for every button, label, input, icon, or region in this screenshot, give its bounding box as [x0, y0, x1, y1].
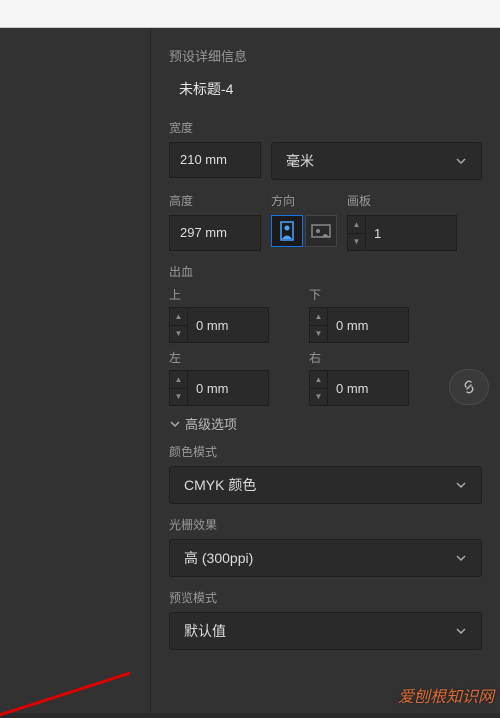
bleed-right-input[interactable]: ▲▼ 0 mm: [309, 370, 409, 406]
color-mode-label: 颜色模式: [169, 443, 482, 460]
bleed-bottom-label: 下: [309, 286, 439, 303]
orientation-portrait-button[interactable]: [271, 215, 303, 247]
chevron-down-icon: [455, 479, 467, 491]
bleed-bottom-input[interactable]: ▲▼ 0 mm: [309, 307, 409, 343]
height-input[interactable]: 297 mm: [169, 215, 261, 251]
window-titlebar: [0, 0, 500, 28]
landscape-icon: [311, 223, 331, 239]
chevron-down-icon: [455, 625, 467, 637]
panel-title: 预设详细信息: [169, 46, 482, 65]
bleed-left-stepper[interactable]: ▲▼: [170, 371, 188, 405]
preview-mode-value: 默认值: [184, 621, 226, 641]
chevron-down-icon: [455, 155, 467, 167]
bleed-right-value: 0 mm: [328, 371, 408, 405]
bleed-label: 出血: [169, 263, 482, 280]
left-sidebar: [0, 28, 150, 713]
color-mode-select[interactable]: CMYK 颜色: [169, 466, 482, 504]
stepper-down-icon[interactable]: ▼: [348, 234, 365, 251]
bleed-right-stepper[interactable]: ▲▼: [310, 371, 328, 405]
preview-mode-select[interactable]: 默认值: [169, 612, 482, 650]
preset-details-panel: 预设详细信息 未标题-4 宽度 210 mm 毫米 高度 297 mm 方向: [150, 28, 500, 713]
orientation-landscape-button[interactable]: [305, 215, 337, 247]
width-input[interactable]: 210 mm: [169, 142, 261, 178]
bleed-left-label: 左: [169, 349, 299, 366]
bleed-top-input[interactable]: ▲▼ 0 mm: [169, 307, 269, 343]
bleed-left-input[interactable]: ▲▼ 0 mm: [169, 370, 269, 406]
artboard-count-input[interactable]: ▲ ▼ 1: [347, 215, 457, 251]
color-mode-value: CMYK 颜色: [184, 475, 256, 495]
chevron-down-icon: [455, 552, 467, 564]
artboard-label: 画板: [347, 192, 457, 209]
raster-effect-label: 光栅效果: [169, 516, 482, 533]
advanced-options-label: 高级选项: [185, 414, 237, 433]
bleed-top-label: 上: [169, 286, 299, 303]
bleed-bottom-stepper[interactable]: ▲▼: [310, 308, 328, 342]
height-label: 高度: [169, 192, 261, 209]
raster-effect-value: 高 (300ppi): [184, 548, 253, 568]
units-select[interactable]: 毫米: [271, 142, 482, 180]
bleed-top-value: 0 mm: [188, 308, 268, 342]
link-bleed-button[interactable]: [449, 369, 489, 405]
chevron-down-icon: [169, 418, 181, 430]
raster-effect-select[interactable]: 高 (300ppi): [169, 539, 482, 577]
annotation-line: [0, 668, 130, 718]
artboard-count-value: 1: [366, 216, 456, 250]
bleed-top-stepper[interactable]: ▲▼: [170, 308, 188, 342]
advanced-options-toggle[interactable]: 高级选项: [169, 414, 482, 433]
bleed-left-value: 0 mm: [188, 371, 268, 405]
document-title-input[interactable]: 未标题-4: [169, 75, 482, 103]
artboard-stepper[interactable]: ▲ ▼: [348, 216, 366, 250]
link-icon: [461, 379, 477, 395]
units-select-value: 毫米: [286, 151, 314, 171]
stepper-up-icon[interactable]: ▲: [348, 216, 365, 234]
preview-mode-label: 预览模式: [169, 589, 482, 606]
orientation-label: 方向: [271, 192, 337, 209]
bleed-bottom-value: 0 mm: [328, 308, 408, 342]
portrait-icon: [279, 221, 295, 241]
bleed-right-label: 右: [309, 349, 439, 366]
width-label: 宽度: [169, 119, 482, 136]
